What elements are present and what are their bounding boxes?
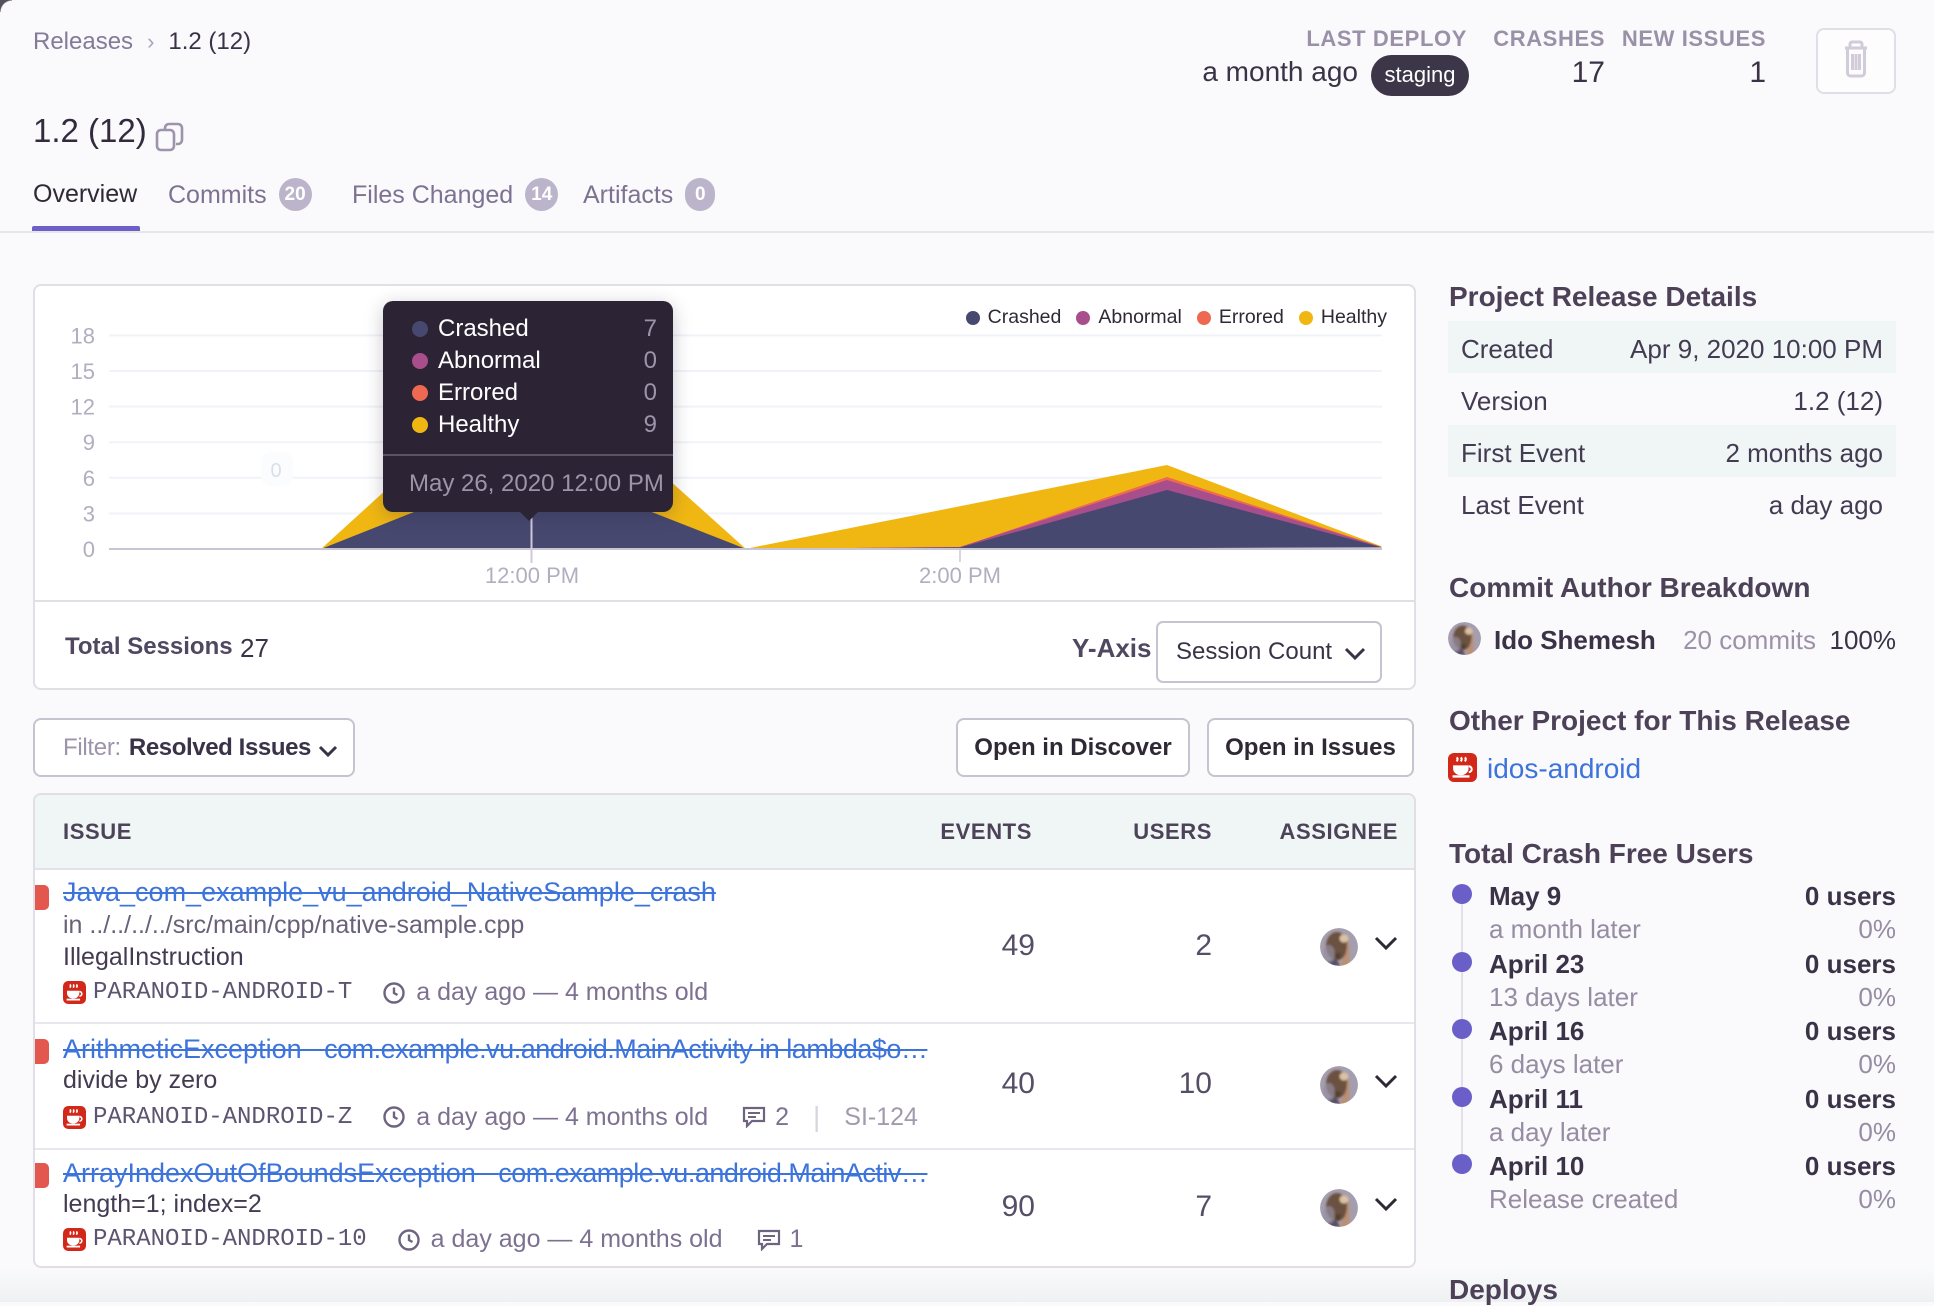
- svg-text:12: 12: [71, 395, 95, 420]
- svg-text:0: 0: [83, 537, 95, 562]
- svg-text:3: 3: [83, 501, 95, 526]
- svg-text:2:00 PM: 2:00 PM: [919, 563, 1001, 588]
- svg-text:18: 18: [71, 323, 95, 348]
- svg-text:0: 0: [270, 460, 281, 482]
- svg-text:15: 15: [71, 359, 95, 384]
- svg-text:6: 6: [83, 466, 95, 491]
- svg-text:9: 9: [83, 430, 95, 455]
- svg-text:12:00 PM: 12:00 PM: [485, 563, 579, 588]
